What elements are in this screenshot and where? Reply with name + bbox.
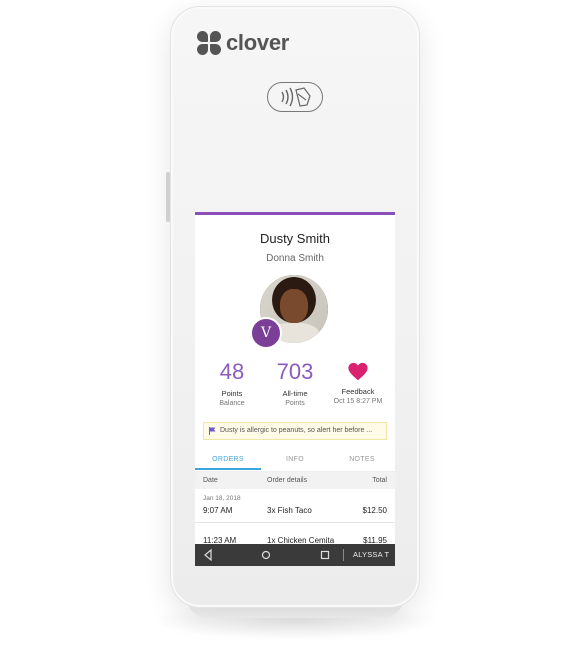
alltime-points-sublabel: Points <box>285 400 305 407</box>
loyalty-badge: V <box>250 317 282 349</box>
orders-table-header: Date Order details Total <box>195 472 395 489</box>
brand-name: clover <box>226 30 290 55</box>
points-balance-label: Points <box>221 389 243 398</box>
recents-square-icon[interactable] <box>320 544 330 566</box>
nav-divider <box>343 549 344 561</box>
alltime-points-stat[interactable]: 703 All-time Points <box>262 359 328 407</box>
tab-info[interactable]: INFO <box>262 452 328 468</box>
alltime-points-value: 703 <box>276 359 314 384</box>
alert-text: Dusty is allergic to peanuts, so alert h… <box>220 427 373 434</box>
points-balance-value: 48 <box>219 359 245 384</box>
customer-name: Dusty Smith <box>259 231 331 246</box>
order-time: 9:07 AM <box>203 506 233 515</box>
tab-notes[interactable]: NOTES <box>329 452 395 468</box>
order-date: Jan 18, 2018 <box>203 495 241 502</box>
heart-icon <box>348 362 368 381</box>
device-side-button <box>166 172 170 222</box>
flag-icon <box>209 427 216 435</box>
contactless-reader-icon <box>267 82 323 112</box>
clover-logo: clover <box>197 30 289 56</box>
feedback-stat[interactable]: Feedback Oct 15 8:27 PM <box>325 359 391 405</box>
points-balance-sublabel: Balance <box>219 400 245 407</box>
logged-in-user[interactable]: ALYSSA T <box>353 544 389 566</box>
alltime-points-label: All-time <box>282 389 308 398</box>
android-nav-bar: ALYSSA T <box>195 544 395 566</box>
feedback-date: Oct 15 8:27 PM <box>333 398 383 405</box>
tab-orders[interactable]: ORDERS <box>195 452 261 470</box>
header-total: Total <box>372 477 387 484</box>
customer-tabs: ORDERS INFO NOTES <box>195 452 395 472</box>
customer-alert-note[interactable]: Dusty is allergic to peanuts, so alert h… <box>203 422 387 440</box>
order-total: $12.50 <box>362 506 387 515</box>
clover-logo-icon <box>197 30 222 56</box>
feedback-label: Feedback <box>341 387 375 396</box>
header-date: Date <box>203 477 218 484</box>
table-row[interactable]: Jan 18, 2018 9:07 AM 3x Fish Taco $12.50 <box>195 490 395 523</box>
points-balance-stat[interactable]: 48 Points Balance <box>199 359 265 407</box>
employee-name: Donna Smith <box>266 253 324 264</box>
device-screen: Dusty Smith Donna Smith V 48 Points Bala… <box>195 212 395 566</box>
back-triangle-icon[interactable] <box>203 544 213 566</box>
home-circle-icon[interactable] <box>261 544 271 566</box>
header-order-details: Order details <box>267 477 308 484</box>
order-details: 3x Fish Taco <box>267 506 312 515</box>
